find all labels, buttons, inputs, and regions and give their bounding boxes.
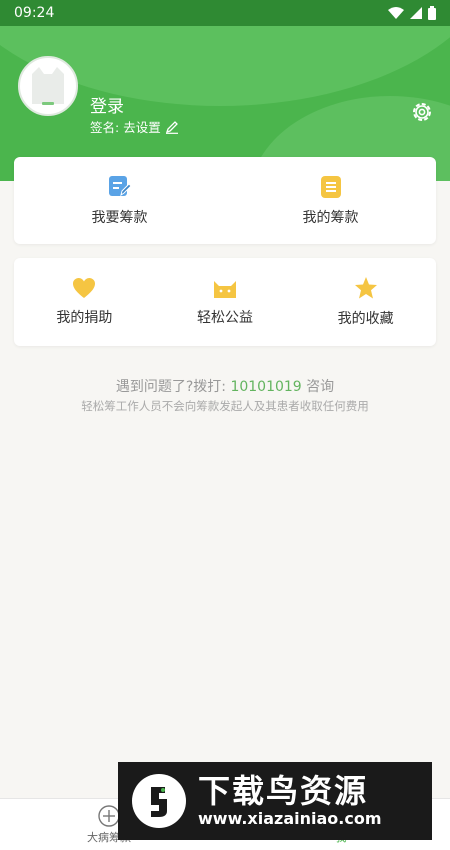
battery-icon <box>428 6 436 20</box>
my-fundraising-button[interactable]: 我的筹款 <box>225 157 436 244</box>
my-donations-button[interactable]: 我的捐助 <box>14 258 155 346</box>
disclaimer-text: 轻松筹工作人员不会向筹款发起人及其患者收取任何费用 <box>81 399 369 413</box>
help-phone-link[interactable]: 10101019 <box>230 379 301 395</box>
watermark-banner: 下载鸟资源 www.xiazainiao.com <box>118 762 432 840</box>
help-prefix: 遇到问题了?拨打: <box>115 379 226 395</box>
settings-gear-icon[interactable] <box>410 100 434 124</box>
signature-row[interactable]: 签名: 去设置 <box>90 117 179 136</box>
signal-icon <box>410 7 422 19</box>
cat-avatar-icon <box>32 67 64 105</box>
start-fundraising-button[interactable]: 我要筹款 <box>14 157 225 244</box>
my-favorites-button[interactable]: 我的收藏 <box>295 258 436 346</box>
bird-logo-icon <box>151 787 167 817</box>
wifi-icon <box>388 7 404 19</box>
star-icon <box>354 277 377 299</box>
cat-icon <box>214 281 236 298</box>
funding-card: 我要筹款 我的筹款 <box>14 157 436 244</box>
menu-card: 我的捐助 轻松公益 我的收藏 <box>14 258 436 346</box>
easy-charity-label: 轻松公益 <box>197 310 253 326</box>
signature-action: 去设置 <box>123 120 161 135</box>
heart-icon <box>73 278 96 298</box>
my-fundraising-label: 我的筹款 <box>302 209 359 226</box>
edit-pencil-icon <box>165 120 178 134</box>
system-icons <box>388 6 436 20</box>
start-fundraising-label: 我要筹款 <box>91 209 148 226</box>
signature-label: 签名: <box>90 120 120 135</box>
watermark-text-block: 下载鸟资源 www.xiazainiao.com <box>198 773 381 829</box>
watermark-url: www.xiazainiao.com <box>198 809 382 828</box>
edit-document-icon <box>108 175 132 196</box>
watermark-bird-logo <box>132 774 186 828</box>
my-donations-label: 我的捐助 <box>56 310 113 326</box>
status-bar: 09:24 <box>0 0 450 26</box>
help-suffix: 咨询 <box>306 379 335 395</box>
avatar[interactable] <box>18 56 78 116</box>
list-document-icon <box>320 175 341 198</box>
watermark-title: 下载鸟资源 <box>198 772 369 810</box>
login-link[interactable]: 登录 <box>90 92 124 117</box>
help-line: 遇到问题了?拨打: 10101019 咨询 <box>0 376 450 396</box>
easy-charity-button[interactable]: 轻松公益 <box>155 258 296 346</box>
plus-circle-icon <box>98 805 120 827</box>
my-favorites-label: 我的收藏 <box>337 311 394 327</box>
status-time: 09:24 <box>14 5 55 21</box>
